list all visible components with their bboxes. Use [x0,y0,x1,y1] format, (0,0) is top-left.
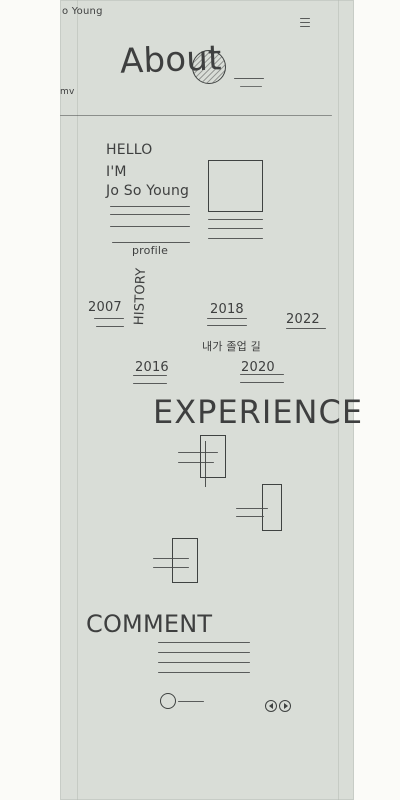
next-icon[interactable] [279,700,291,712]
about-underline-2 [240,86,262,88]
nav-partial-text[interactable]: mv [60,87,75,97]
profile-photo-placeholder [208,160,263,212]
experience-card-1-line-c [205,441,207,487]
experience-title: EXPERIENCE [153,393,364,431]
comment-title: COMMENT [86,610,213,638]
profile-label[interactable]: profile [132,244,168,257]
intro-line-im: I'M [106,164,127,180]
experience-card-3[interactable] [172,538,198,583]
intro-line-hello: HELLO [106,142,153,158]
history-note-2018: 내가 졸업 길 [202,340,261,353]
history-label: HISTORY [132,267,150,326]
user-icon[interactable] [160,693,176,709]
intro-line-name: Jo So Young [106,183,190,199]
hamburger-icon[interactable] [300,18,310,28]
brand-text[interactable]: o Young [62,6,103,17]
history-year-2016[interactable]: 2016 [135,360,169,375]
history-year-2020[interactable]: 2020 [241,360,275,375]
history-year-2018[interactable]: 2018 [210,302,244,317]
paper-margin-left [77,0,78,800]
history-year-2022[interactable]: 2022 [286,312,320,327]
prev-icon[interactable] [265,700,277,712]
history-year-2007[interactable]: 2007 [88,300,122,315]
about-decoration-circle [192,50,226,84]
experience-card-1[interactable] [200,435,226,478]
